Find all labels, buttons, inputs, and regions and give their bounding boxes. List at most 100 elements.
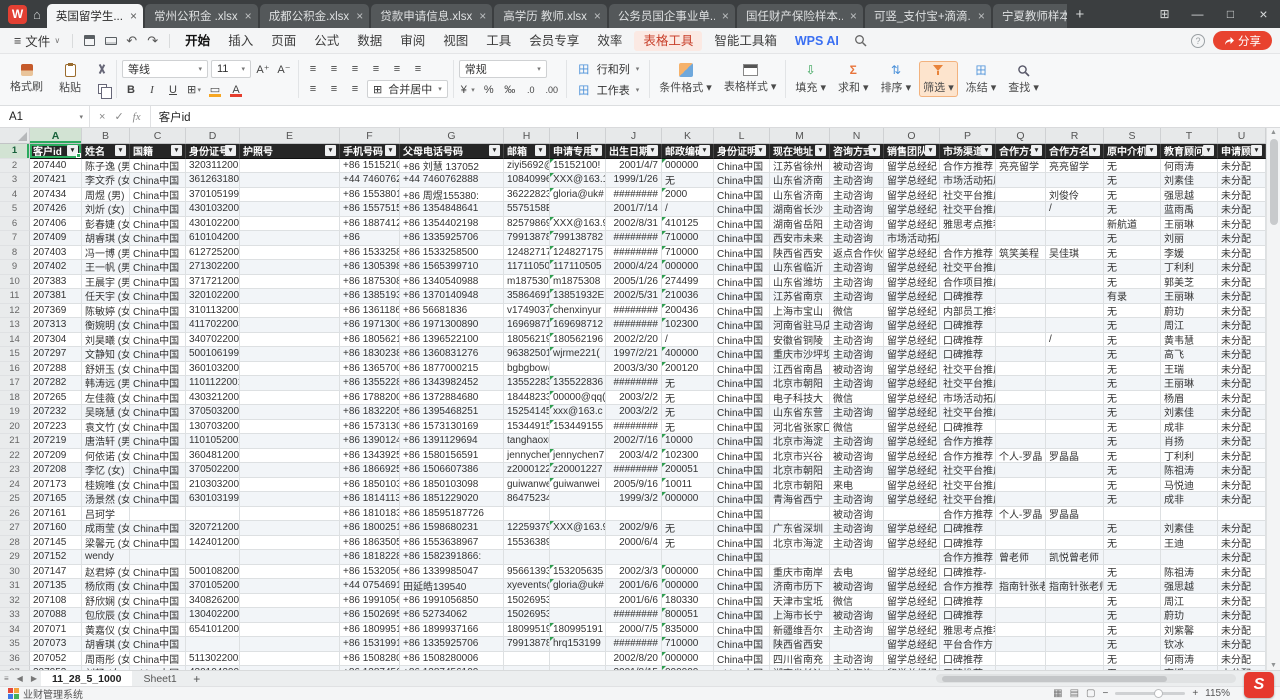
cell[interactable] xyxy=(130,550,186,565)
row-number[interactable]: 3 xyxy=(0,173,30,188)
cell[interactable] xyxy=(240,304,340,319)
header-cell[interactable]: 出生日期▼ xyxy=(606,144,662,159)
cell[interactable]: jennychen7 xyxy=(504,449,550,464)
row-number[interactable]: 24 xyxy=(0,478,30,493)
cell[interactable]: 口碑推荐 xyxy=(940,594,996,609)
cell[interactable]: 207232 xyxy=(30,405,82,420)
cell[interactable]: 37172120050126445Z xyxy=(186,275,240,290)
cell[interactable]: +86 18501030 xyxy=(340,478,400,493)
cell[interactable] xyxy=(1046,434,1104,449)
header-cell[interactable]: 国籍▼ xyxy=(130,144,186,159)
cell[interactable]: 41170220031227082Z xyxy=(186,318,240,333)
cell[interactable]: China中国 xyxy=(714,405,770,420)
cell[interactable] xyxy=(186,550,240,565)
menu-item-页面[interactable]: 页面 xyxy=(262,28,305,54)
cell[interactable]: 无 xyxy=(1104,188,1161,203)
cell[interactable] xyxy=(996,405,1046,420)
cell[interactable]: 主动咨询 xyxy=(830,434,884,449)
row-number[interactable]: 1 xyxy=(0,144,30,159)
cell[interactable]: m1875308 xyxy=(550,275,606,290)
cell[interactable] xyxy=(1046,347,1104,362)
cell[interactable] xyxy=(1046,362,1104,377)
cell[interactable]: 500106199702210321 xyxy=(186,347,240,362)
cell[interactable]: China中国 xyxy=(714,565,770,580)
cell[interactable]: +86 13901242 xyxy=(340,434,400,449)
cell[interactable]: +86 13552283 xyxy=(340,376,400,391)
cell[interactable]: 207208 xyxy=(30,463,82,478)
cell[interactable]: +86 15026953 xyxy=(340,608,400,623)
cell[interactable]: 主动咨询 xyxy=(830,463,884,478)
menu-item-WPS AI[interactable]: WPS AI xyxy=(786,28,848,54)
cell[interactable]: 180330 xyxy=(662,594,714,609)
cell[interactable]: 山东省东营 xyxy=(770,405,830,420)
cell[interactable]: 陈祖涛 xyxy=(1161,565,1218,580)
cell[interactable]: 杨眉 xyxy=(1161,391,1218,406)
cell[interactable]: 陈祖涛 xyxy=(1161,463,1218,478)
cell[interactable]: 2000/6/4 xyxy=(606,536,662,551)
cell[interactable]: 胡睿琪 (女 xyxy=(82,231,130,246)
cell[interactable]: 陈敏婷 (女 xyxy=(82,304,130,319)
cell[interactable]: 117110505 xyxy=(504,260,550,275)
cell[interactable]: 117110505 xyxy=(550,260,606,275)
cell[interactable] xyxy=(1161,550,1218,565)
decrease-decimal-button[interactable]: .00 xyxy=(543,81,561,98)
cell[interactable]: 2005/1/26 xyxy=(606,275,662,290)
cell[interactable]: 153449155 xyxy=(504,420,550,435)
cell[interactable]: / xyxy=(1046,333,1104,348)
cell[interactable]: 825798695 xyxy=(504,217,550,232)
column-header-B[interactable]: B xyxy=(82,128,130,143)
cell[interactable] xyxy=(550,608,606,623)
cell[interactable]: 150269534 xyxy=(504,608,550,623)
decrease-font-button[interactable]: A⁻ xyxy=(275,61,293,78)
cell[interactable]: China中国 xyxy=(714,434,770,449)
cell[interactable] xyxy=(240,565,340,580)
confirm-icon[interactable]: ✓ xyxy=(114,110,123,123)
cell[interactable]: 未分配 xyxy=(1218,217,1266,232)
cell[interactable]: 亮亮留学 xyxy=(996,159,1046,174)
cell[interactable]: ######## xyxy=(606,608,662,623)
cell[interactable]: China中国 xyxy=(714,318,770,333)
cell[interactable]: 留学总经纪 xyxy=(884,188,940,203)
cell[interactable] xyxy=(1046,536,1104,551)
cell[interactable]: China中国 xyxy=(714,623,770,638)
cell[interactable]: 410125 xyxy=(662,217,714,232)
merge-center-button[interactable]: ⊞ 合并居中 ▾ xyxy=(367,80,448,98)
cell[interactable] xyxy=(186,507,240,522)
cell[interactable]: +86 1360831276 xyxy=(400,347,504,362)
cell[interactable]: 370503200302020020 xyxy=(186,405,240,420)
row-number[interactable]: 10 xyxy=(0,275,30,290)
cell[interactable]: 370105200210270824 xyxy=(186,579,240,594)
cell[interactable] xyxy=(1046,304,1104,319)
cell[interactable]: 无 xyxy=(1104,579,1161,594)
cell[interactable]: +86 15152100 xyxy=(340,159,400,174)
cell[interactable]: 口碑推荐 xyxy=(940,608,996,623)
cell[interactable] xyxy=(996,492,1046,507)
column-header-T[interactable]: T xyxy=(1161,128,1218,143)
header-cell[interactable]: 合作方名▼ xyxy=(1046,144,1104,159)
cell[interactable]: 000000 xyxy=(662,159,714,174)
cell[interactable]: 留学总经纪 xyxy=(884,376,940,391)
cell[interactable]: 无 xyxy=(662,420,714,435)
cell[interactable]: / xyxy=(662,333,714,348)
cell[interactable]: 周雨彤 (女 xyxy=(82,652,130,667)
cell[interactable]: China中国 xyxy=(714,420,770,435)
cell[interactable]: 被动咨询 xyxy=(830,362,884,377)
cell[interactable]: +86 1508280006 xyxy=(400,652,504,667)
cell[interactable]: 留学总经纪 xyxy=(884,565,940,580)
cell[interactable]: 左佳薇 (女 xyxy=(82,391,130,406)
cell[interactable]: 留学总经纪 xyxy=(884,347,940,362)
header-cell[interactable]: 姓名▼ xyxy=(82,144,130,159)
cell[interactable]: 612725200110100011 xyxy=(186,246,240,261)
cell[interactable]: ######## xyxy=(606,188,662,203)
cell[interactable]: ######## xyxy=(606,376,662,391)
cell[interactable]: tanghaoxu: xyxy=(504,434,550,449)
column-header-F[interactable]: F xyxy=(340,128,400,143)
cell[interactable] xyxy=(240,405,340,420)
cell[interactable]: 留学总经纪 xyxy=(884,594,940,609)
row-number[interactable]: 12 xyxy=(0,304,30,319)
cell[interactable]: +86 1877000215 xyxy=(400,362,504,377)
cell[interactable]: 274499 xyxy=(662,275,714,290)
cell[interactable] xyxy=(996,420,1046,435)
cell[interactable]: 2000/7/5 xyxy=(606,623,662,638)
header-cell[interactable]: 咨询方式▼ xyxy=(830,144,884,159)
